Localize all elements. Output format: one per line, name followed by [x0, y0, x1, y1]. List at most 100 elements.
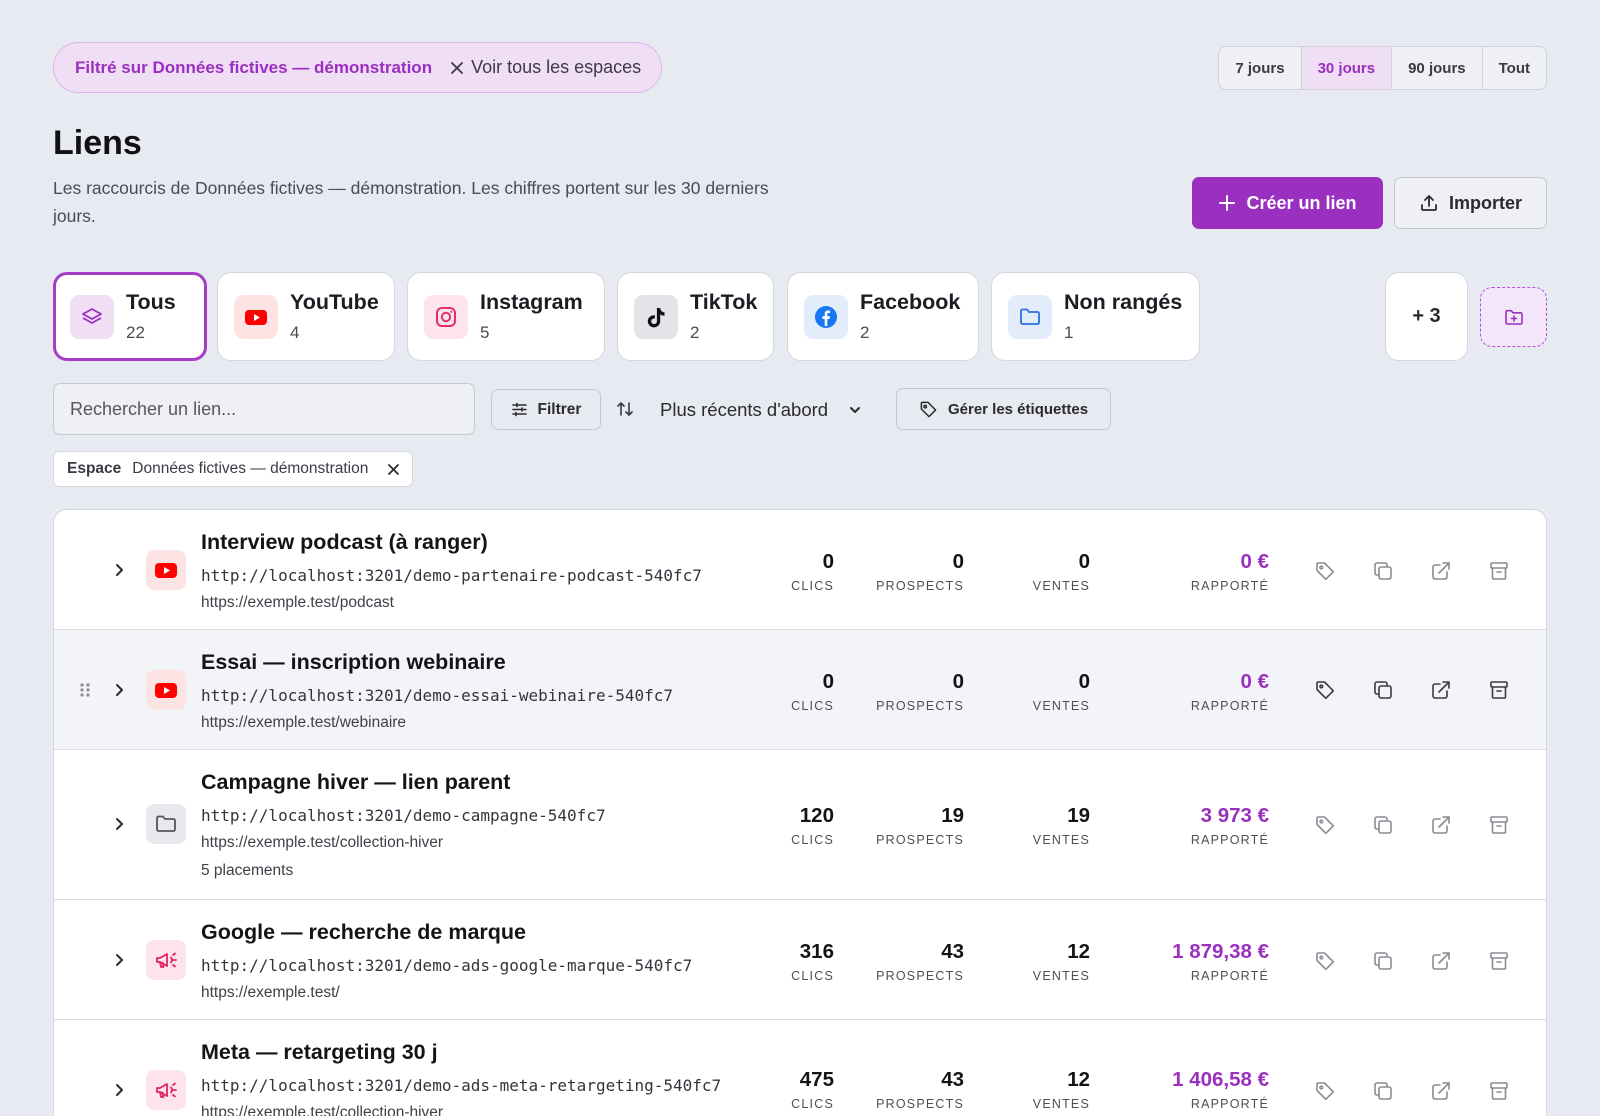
link-short-url[interactable]: http://localhost:3201/demo-ads-meta-reta… [201, 1076, 721, 1095]
links-table: Interview podcast (à ranger) http://loca… [53, 509, 1547, 1116]
add-folder-button[interactable] [1480, 287, 1547, 347]
open-link-button[interactable] [1430, 950, 1452, 972]
copy-link-button[interactable] [1372, 560, 1394, 582]
link-name[interactable]: Essai — inscription webinaire [201, 650, 506, 675]
link-destination: https://exemple.test/ [201, 984, 340, 1001]
search-input[interactable] [53, 383, 475, 435]
active-space-filter: Espace Données fictives — démonstration [53, 451, 414, 487]
category-instagram[interactable]: Instagram 5 [407, 272, 605, 361]
space-filter-key: Espace [67, 460, 122, 477]
copy-icon [1374, 562, 1392, 580]
sales-value: 19 [1067, 804, 1090, 827]
tag-link-button[interactable] [1314, 950, 1336, 972]
open-link-button[interactable] [1430, 560, 1452, 582]
folder-icon [146, 804, 186, 844]
clicks-stat: 0 CLICS [791, 670, 834, 713]
link-name[interactable]: Interview podcast (à ranger) [201, 530, 488, 555]
revenue-value: 0 € [1240, 550, 1270, 573]
facebook-icon [804, 294, 848, 339]
tag-icon [1316, 562, 1335, 581]
revenue-label: RAPPORTÉ [1190, 833, 1269, 847]
copy-icon [1374, 1082, 1392, 1100]
open-link-button[interactable] [1430, 1080, 1452, 1102]
revenue-stat: 1 406,58 € RAPPORTÉ [1172, 1068, 1269, 1111]
megaphone-icon [146, 1070, 186, 1110]
archive-icon [1490, 562, 1508, 580]
archive-link-button[interactable] [1488, 560, 1510, 582]
leads-label: PROSPECTS [876, 1097, 964, 1111]
external-link-icon [1432, 681, 1450, 699]
leads-stat: 43 PROSPECTS [876, 940, 964, 983]
link-short-url[interactable]: http://localhost:3201/demo-essai-webinai… [201, 686, 673, 705]
chevron-right-icon[interactable] [112, 1083, 126, 1097]
table-row[interactable]: Meta — retargeting 30 j http://localhost… [54, 1020, 1546, 1116]
category-tiktok[interactable]: TikTok 2 [617, 272, 774, 361]
copy-icon [1374, 681, 1392, 699]
link-short-url[interactable]: http://localhost:3201/demo-partenaire-po… [201, 566, 702, 585]
category-unsorted[interactable]: Non rangés 1 [991, 272, 1200, 361]
chevron-right-icon[interactable] [112, 817, 126, 831]
category-facebook[interactable]: Facebook 2 [787, 272, 979, 361]
link-short-url[interactable]: http://localhost:3201/demo-ads-google-ma… [201, 956, 692, 975]
open-link-button[interactable] [1430, 814, 1452, 836]
import-label: Importer [1448, 192, 1522, 213]
folder-icon [1008, 294, 1052, 339]
leads-label: PROSPECTS [876, 969, 964, 983]
tag-link-button[interactable] [1314, 1080, 1336, 1102]
tag-link-button[interactable] [1314, 560, 1336, 582]
archive-link-button[interactable] [1488, 814, 1510, 836]
copy-link-button[interactable] [1372, 1080, 1394, 1102]
category-name: Facebook [860, 290, 961, 314]
sort-select[interactable]: Plus récents d'abord [660, 394, 862, 426]
link-name[interactable]: Campagne hiver — lien parent [201, 770, 510, 795]
revenue-value: 0 € [1240, 670, 1270, 693]
category-youtube[interactable]: YouTube 4 [217, 272, 395, 361]
table-row[interactable]: Essai — inscription webinaire http://loc… [54, 630, 1546, 750]
copy-link-button[interactable] [1372, 679, 1394, 701]
chevron-right-icon[interactable] [112, 683, 126, 697]
archive-link-button[interactable] [1488, 1080, 1510, 1102]
drag-handle-icon[interactable] [78, 681, 92, 699]
remove-filter-icon[interactable] [387, 463, 400, 476]
page-description: Les raccourcis de Données fictives — dém… [53, 178, 769, 226]
period-30-days[interactable]: 30 jours [1301, 47, 1393, 89]
space-filter-label: Filtré sur Données fictives — démonstrat… [75, 57, 433, 77]
chevron-right-icon[interactable] [112, 953, 126, 967]
import-button[interactable]: Importer [1394, 177, 1547, 229]
table-row[interactable]: Interview podcast (à ranger) http://loca… [54, 510, 1546, 630]
period-90-days[interactable]: 90 jours [1392, 47, 1483, 89]
open-link-button[interactable] [1430, 679, 1452, 701]
copy-link-button[interactable] [1372, 950, 1394, 972]
archive-link-button[interactable] [1488, 950, 1510, 972]
period-all[interactable]: Tout [1483, 47, 1546, 89]
tag-icon [1316, 1082, 1335, 1101]
table-row[interactable]: Campagne hiver — lien parent http://loca… [54, 750, 1546, 900]
link-name[interactable]: Google — recherche de marque [201, 920, 526, 945]
more-categories-button[interactable]: + 3 [1385, 272, 1468, 361]
sort-icon[interactable] [616, 400, 634, 418]
tag-link-button[interactable] [1314, 814, 1336, 836]
period-7-days[interactable]: 7 jours [1219, 47, 1302, 89]
category-all[interactable]: Tous 22 [53, 272, 207, 361]
copy-link-button[interactable] [1372, 814, 1394, 836]
link-short-url[interactable]: http://localhost:3201/demo-campagne-540f… [201, 806, 606, 825]
manage-tags-button[interactable]: Gérer les étiquettes [896, 388, 1111, 430]
view-all-spaces-button[interactable]: Voir tous les espaces [450, 57, 641, 78]
filter-button[interactable]: Filtrer [491, 389, 601, 430]
chevron-right-icon[interactable] [112, 563, 126, 577]
archive-icon [1490, 1082, 1508, 1100]
tiktok-icon [634, 294, 678, 339]
link-destination: https://exemple.test/collection-hiver [201, 1104, 444, 1116]
create-link-button[interactable]: Créer un lien [1192, 177, 1383, 229]
sales-label: VENTES [1032, 833, 1090, 847]
revenue-stat: 1 879,38 € RAPPORTÉ [1172, 940, 1269, 983]
sales-stat: 19 VENTES [1033, 804, 1090, 847]
link-name[interactable]: Meta — retargeting 30 j [201, 1040, 438, 1065]
sliders-icon [511, 402, 527, 417]
table-row[interactable]: Google — recherche de marque http://loca… [54, 900, 1546, 1020]
archive-link-button[interactable] [1488, 679, 1510, 701]
tag-link-button[interactable] [1314, 679, 1336, 701]
revenue-label: RAPPORTÉ [1190, 699, 1269, 713]
create-link-label: Créer un lien [1246, 192, 1357, 213]
link-destination: https://exemple.test/podcast [201, 594, 394, 611]
